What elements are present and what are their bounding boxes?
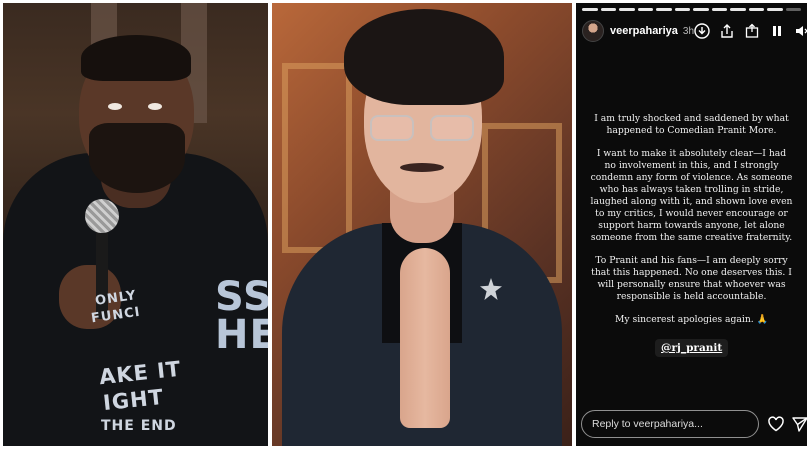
story-progress-segment [637, 8, 653, 11]
eye [108, 103, 122, 110]
story-progress-segment [693, 8, 709, 11]
download-icon[interactable] [694, 23, 710, 39]
reply-input[interactable]: Reply to veerpahariya... [581, 410, 759, 438]
share-icon[interactable] [719, 23, 735, 39]
story-progress-segment [600, 8, 616, 11]
story-header-actions [694, 23, 807, 39]
story-header: veerpahariya 3h [582, 18, 807, 44]
hoodie-print-line: HE [215, 312, 268, 358]
eye [148, 103, 162, 110]
avatar[interactable] [582, 20, 604, 42]
reply-placeholder: Reply to veerpahariya... [592, 418, 703, 430]
glasses-lens [370, 115, 414, 141]
story-progress-segment [619, 8, 635, 11]
story-paragraph: My sincerest apologies again. 🙏 [614, 314, 769, 325]
pause-icon[interactable] [769, 23, 785, 39]
story-progress-segment [767, 8, 783, 11]
story-statement: I am truly shocked and saddened by what … [590, 113, 793, 337]
story-paragraph: I want to make it absolutely clear—I had… [590, 148, 793, 243]
influencer-photo [272, 3, 572, 446]
story-progress-segment [656, 8, 672, 11]
comedian-photo: ONLY FUNCI AKE IT IGHT THE END SS HE [3, 3, 268, 446]
story-paragraph: To Pranit and his fans—I am deeply sorry… [591, 255, 792, 302]
send-icon[interactable] [744, 23, 760, 39]
mention-sticker[interactable]: @rj_pranit [655, 339, 729, 357]
microphone-icon [85, 199, 119, 233]
story-progress-segment [730, 8, 746, 11]
story-progress-segment [785, 8, 801, 11]
heart-icon[interactable] [766, 414, 786, 434]
background-frame [282, 63, 352, 253]
story-paragraph: I am truly shocked and saddened by what … [594, 113, 789, 136]
story-username[interactable]: veerpahariya [610, 25, 678, 37]
hoodie-print-large: SS HE [215, 277, 268, 355]
story-progress-bar [582, 8, 801, 11]
send-icon[interactable] [790, 414, 807, 434]
story-progress-segment [582, 8, 598, 11]
mute-icon[interactable] [794, 23, 807, 39]
hair [81, 35, 191, 81]
story-timestamp: 3h [682, 25, 695, 37]
story-progress-segment [711, 8, 727, 11]
hoodie-print: THE END [101, 418, 177, 434]
instagram-story: veerpahariya 3h I am truly shocked and s… [576, 3, 807, 446]
beard [89, 123, 185, 193]
hair [344, 9, 504, 105]
glasses-lens [430, 115, 474, 141]
folded-hands [400, 248, 450, 428]
mustache [400, 163, 444, 172]
story-progress-segment [748, 8, 764, 11]
story-progress-segment [674, 8, 690, 11]
